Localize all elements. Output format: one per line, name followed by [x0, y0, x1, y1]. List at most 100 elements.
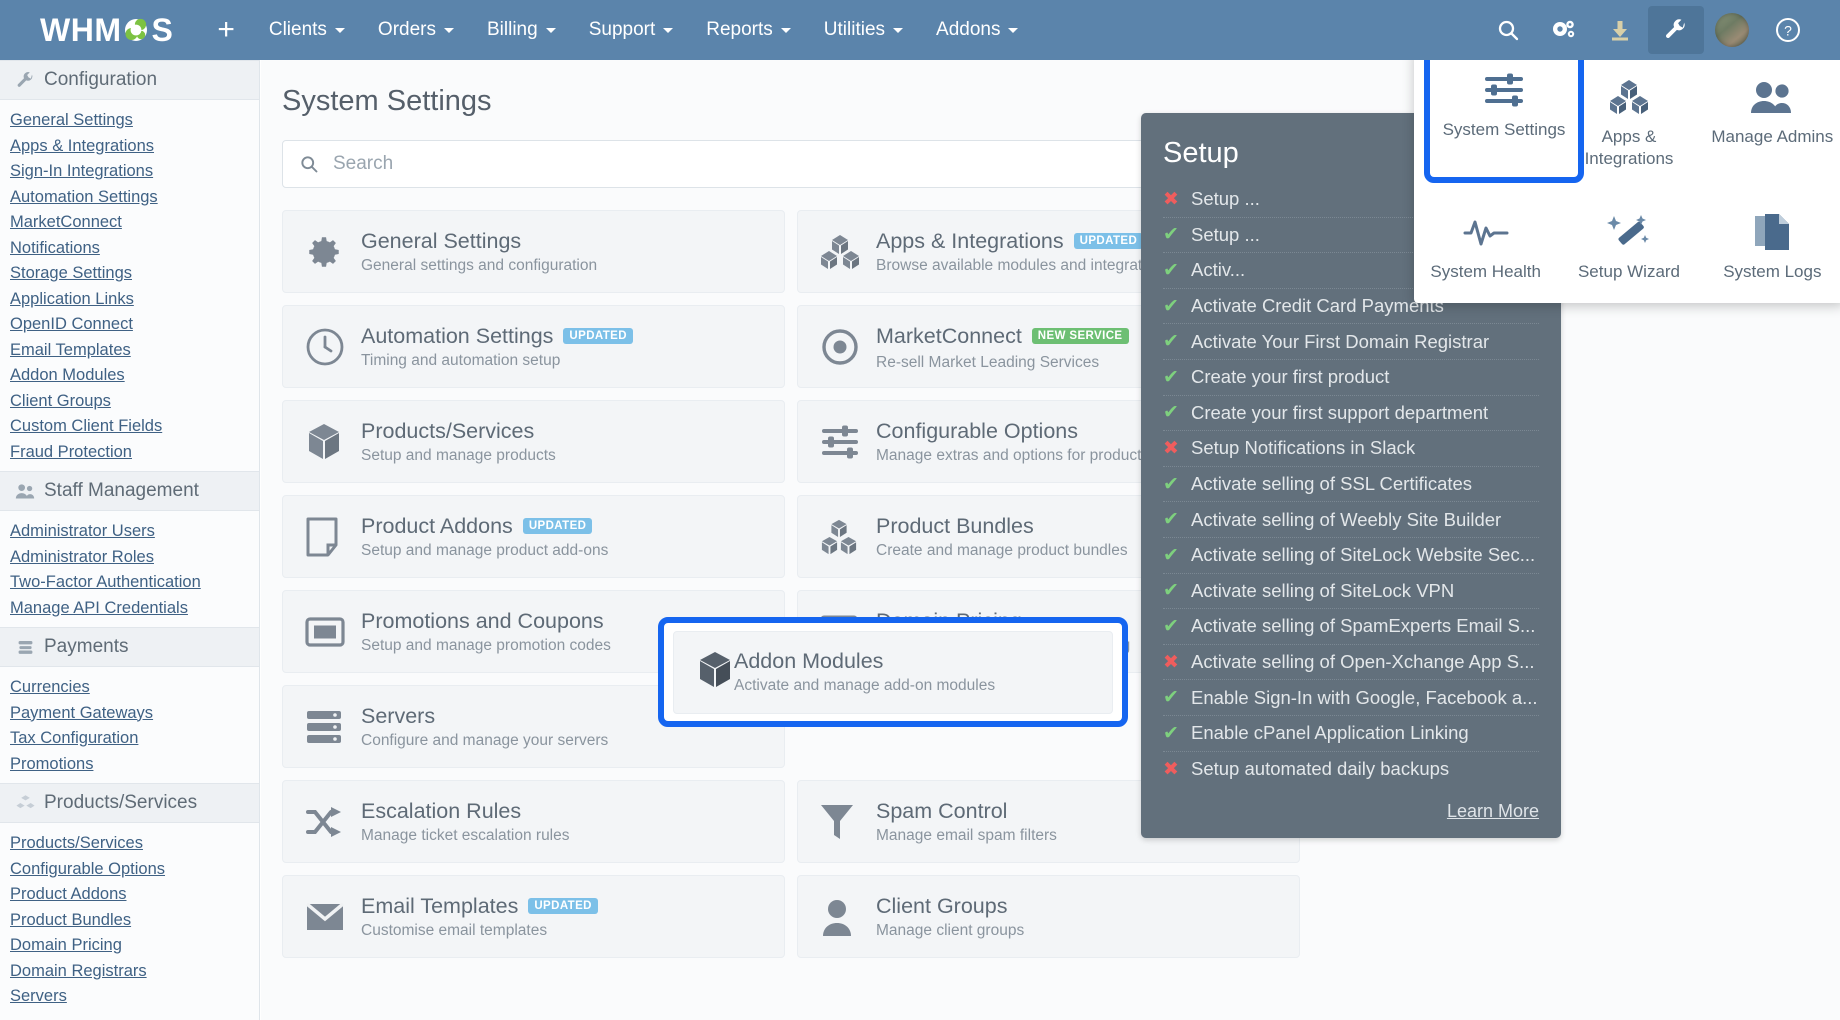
status-badge: NEW SERVICE	[1032, 328, 1129, 344]
card-title: Client Groups	[876, 894, 1024, 919]
card-products-services[interactable]: Products/Services Setup and manage produ…	[282, 400, 785, 483]
wrench-icon[interactable]	[1648, 6, 1704, 54]
nav-label: Orders	[378, 19, 436, 41]
sidebar-item-notifications[interactable]: Notifications	[10, 236, 259, 262]
flyout-item-system-logs[interactable]: System Logs	[1701, 191, 1840, 304]
check-icon: ✔	[1163, 401, 1191, 424]
checklist-item[interactable]: ✔Enable cPanel Application Linking	[1163, 716, 1539, 752]
sidebar-item-email-templates[interactable]: Email Templates	[10, 338, 259, 364]
sidebar-item-tax-configuration[interactable]: Tax Configuration	[10, 726, 259, 752]
nav-menu-clients[interactable]: Clients	[269, 19, 345, 41]
sidebar-item-currencies[interactable]: Currencies	[10, 675, 259, 701]
checklist-item[interactable]: ✖Setup automated daily backups	[1163, 752, 1539, 788]
card-general-settings[interactable]: General Settings General settings and co…	[282, 210, 785, 293]
checklist-item[interactable]: ✔Activate selling of SpamExperts Email S…	[1163, 609, 1539, 645]
card-email-templates[interactable]: Email Templates UPDATED Customise email …	[282, 875, 785, 958]
target-icon	[820, 327, 876, 367]
card-subtitle: Activate and manage add-on modules	[734, 677, 995, 695]
sidebar-item-custom-client-fields[interactable]: Custom Client Fields	[10, 414, 259, 440]
card-title-text: Spam Control	[876, 799, 1007, 824]
checklist-item[interactable]: ✔Enable Sign-In with Google, Facebook a.…	[1163, 680, 1539, 716]
check-icon: ✔	[1163, 686, 1191, 709]
flyout-label: System Health	[1430, 261, 1541, 283]
sidebar-item-product-addons[interactable]: Product Addons	[10, 882, 259, 908]
sidebar-item-automation-settings[interactable]: Automation Settings	[10, 185, 259, 211]
flyout-item-manage-admins[interactable]: Manage Admins	[1701, 56, 1840, 191]
card-client-groups[interactable]: Client Groups Manage client groups	[797, 875, 1300, 958]
checklist-item[interactable]: ✔Activate Your First Domain Registrar	[1163, 324, 1539, 360]
sidebar-item-marketconnect[interactable]: MarketConnect	[10, 210, 259, 236]
flyout-item-setup-wizard[interactable]: Setup Wizard	[1557, 191, 1700, 304]
gears-icon[interactable]	[1536, 6, 1592, 54]
nav-menu-addons[interactable]: Addons	[936, 19, 1018, 41]
sidebar-item-payment-gateways[interactable]: Payment Gateways	[10, 701, 259, 727]
sidebar-item-manage-api-credentials[interactable]: Manage API Credentials	[10, 596, 259, 622]
search-icon[interactable]	[1480, 6, 1536, 54]
checklist-item[interactable]: ✔Create your first support department	[1163, 396, 1539, 432]
check-icon: ✔	[1163, 295, 1191, 318]
help-icon[interactable]: ?	[1760, 6, 1816, 54]
check-icon: ✔	[1163, 722, 1191, 745]
nav-menu-reports[interactable]: Reports	[706, 19, 791, 41]
card-title: Addon Modules	[734, 649, 995, 674]
card-escalation-rules[interactable]: Escalation Rules Manage ticket escalatio…	[282, 780, 785, 863]
sidebar-item-configurable-options[interactable]: Configurable Options	[10, 857, 259, 883]
sidebar-item-domain-pricing[interactable]: Domain Pricing	[10, 933, 259, 959]
sidebar-item-addon-modules[interactable]: Addon Modules	[10, 363, 259, 389]
sidebar-links-configuration: General Settings Apps & Integrations Sig…	[0, 100, 259, 471]
highlight-addon-modules[interactable]: Addon Modules Activate and manage add-on…	[658, 617, 1128, 727]
nav-menu-orders[interactable]: Orders	[378, 19, 454, 41]
sidebar-item-domain-registrars[interactable]: Domain Registrars	[10, 959, 259, 985]
card-subtitle: Browse available modules and integration…	[876, 257, 1171, 275]
sidebar-item-product-bundles[interactable]: Product Bundles	[10, 908, 259, 934]
nav-menu-support[interactable]: Support	[589, 19, 674, 41]
sidebar-section-title: Products/Services	[44, 792, 197, 814]
sidebar: Configuration General Settings Apps & In…	[0, 60, 260, 1020]
card-addon-modules[interactable]: Addon Modules Activate and manage add-on…	[673, 631, 1113, 714]
sidebar-item-storage-settings[interactable]: Storage Settings	[10, 261, 259, 287]
checklist-item[interactable]: ✖Activate selling of Open-Xchange App S.…	[1163, 645, 1539, 681]
sidebar-item-administrator-users[interactable]: Administrator Users	[10, 519, 259, 545]
whmcs-logo[interactable]: WHM S	[40, 14, 173, 46]
checklist-label: Activate selling of Weebly Site Builder	[1191, 509, 1501, 531]
checklist-item[interactable]: ✔Create your first product	[1163, 360, 1539, 396]
avatar[interactable]	[1704, 6, 1760, 54]
checklist-item[interactable]: ✖Setup Notifications in Slack	[1163, 431, 1539, 467]
checklist-item[interactable]: ✔Activate selling of Weebly Site Builder	[1163, 502, 1539, 538]
sidebar-item-openid-connect[interactable]: OpenID Connect	[10, 312, 259, 338]
sidebar-item-general-settings[interactable]: General Settings	[10, 108, 259, 134]
nav-label: Addons	[936, 19, 1000, 41]
search-input[interactable]	[333, 153, 1253, 175]
card-product-addons[interactable]: Product Addons UPDATED Setup and manage …	[282, 495, 785, 578]
quick-add-button[interactable]: +	[217, 13, 235, 47]
checklist-label: Activate Credit Card Payments	[1191, 295, 1444, 317]
sidebar-item-apps-integrations[interactable]: Apps & Integrations	[10, 134, 259, 160]
checklist-item[interactable]: ✔Activate selling of SiteLock VPN	[1163, 574, 1539, 610]
check-icon: ✔	[1163, 473, 1191, 496]
nav-menu-billing[interactable]: Billing	[487, 19, 556, 41]
checklist-label: Activate selling of SSL Certificates	[1191, 473, 1472, 495]
sidebar-item-application-links[interactable]: Application Links	[10, 287, 259, 313]
checklist-item[interactable]: ✔Activate selling of SiteLock Website Se…	[1163, 538, 1539, 574]
sidebar-item-signin-integrations[interactable]: Sign-In Integrations	[10, 159, 259, 185]
sidebar-item-administrator-roles[interactable]: Administrator Roles	[10, 545, 259, 571]
flyout-item-system-health[interactable]: System Health	[1414, 191, 1557, 304]
sidebar-item-client-groups[interactable]: Client Groups	[10, 389, 259, 415]
card-automation-settings[interactable]: Automation Settings UPDATED Timing and a…	[282, 305, 785, 388]
sidebar-item-fraud-protection[interactable]: Fraud Protection	[10, 440, 259, 466]
cash-icon	[12, 638, 38, 656]
learn-more-link[interactable]: Learn More	[1163, 801, 1539, 822]
cross-icon: ✖	[1163, 188, 1191, 211]
card-title-text: Product Addons	[361, 514, 513, 539]
download-icon[interactable]	[1592, 6, 1648, 54]
card-title-text: MarketConnect	[876, 324, 1022, 349]
card-title: Automation Settings UPDATED	[361, 324, 633, 349]
checklist-label: Setup automated daily backups	[1191, 758, 1449, 780]
checklist-item[interactable]: ✔Activate selling of SSL Certificates	[1163, 467, 1539, 503]
sidebar-item-promotions[interactable]: Promotions	[10, 752, 259, 778]
sidebar-item-servers[interactable]: Servers	[10, 984, 259, 1010]
card-title: Products/Services	[361, 419, 556, 444]
sidebar-item-two-factor-authentication[interactable]: Two-Factor Authentication	[10, 570, 259, 596]
nav-menu-utilities[interactable]: Utilities	[824, 19, 903, 41]
sidebar-item-products-services[interactable]: Products/Services	[10, 831, 259, 857]
